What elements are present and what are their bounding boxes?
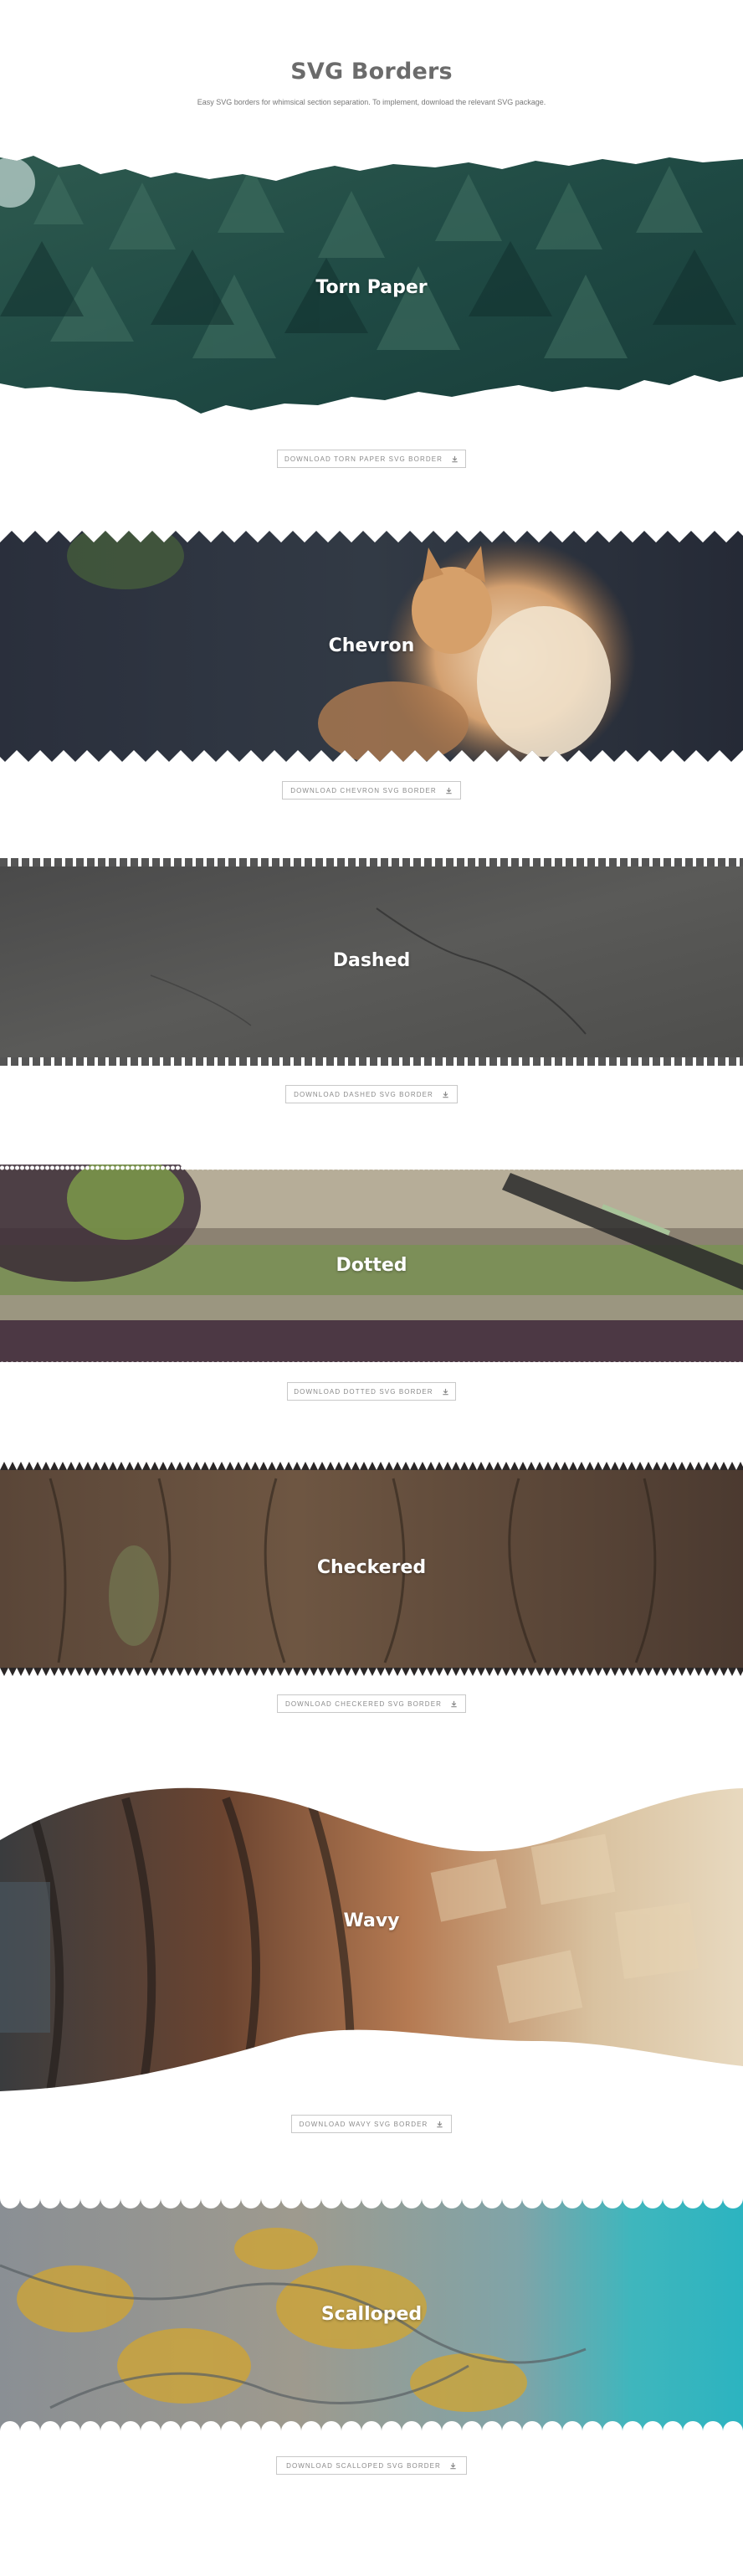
download-checkered-button-label: DOWNLOAD CHECKERED SVG BORDER (284, 1699, 443, 1708)
scalloped-label: Scalloped (320, 2304, 423, 2325)
dashed-banner: Dashed (0, 858, 743, 1066)
torn-paper-label: Torn Paper (315, 277, 428, 298)
dashed-label: Dashed (332, 950, 411, 971)
download-wavy-button-label: DOWNLOAD WAVY SVG BORDER (299, 2120, 428, 2128)
checkered-banner: Checkered (0, 1462, 743, 1676)
chevron-label: Chevron (328, 635, 415, 656)
download-chevron-button-label: DOWNLOAD CHEVRON SVG BORDER (290, 786, 437, 794)
checkered-label: Checkered (316, 1557, 427, 1578)
dotted-label: Dotted (336, 1255, 407, 1276)
download-scalloped-button[interactable]: DOWNLOAD SCALLOPED SVG BORDER (276, 2456, 467, 2475)
download-icon (443, 1388, 448, 1395)
download-dashed-button[interactable]: DOWNLOAD DASHED SVG BORDER (285, 1085, 458, 1103)
chevron-banner: Chevron (0, 531, 743, 762)
download-wavy-button[interactable]: DOWNLOAD WAVY SVG BORDER (291, 2115, 452, 2133)
wavy-label: Wavy (343, 1910, 400, 1931)
download-scalloped-button-label: DOWNLOAD SCALLOPED SVG BORDER (286, 2461, 441, 2470)
download-icon (446, 787, 452, 794)
download-torn-paper-button[interactable]: DOWNLOAD TORN PAPER SVG BORDER (277, 450, 466, 468)
download-torn-paper-button-label: DOWNLOAD TORN PAPER SVG BORDER (284, 455, 443, 463)
download-chevron-button[interactable]: DOWNLOAD CHEVRON SVG BORDER (282, 781, 461, 800)
download-dotted-button-label: DOWNLOAD DOTTED SVG BORDER (294, 1387, 433, 1396)
page-subtitle: Easy SVG borders for whimsical section s… (197, 98, 546, 106)
download-icon (450, 2462, 456, 2469)
download-dashed-button-label: DOWNLOAD DASHED SVG BORDER (294, 1090, 433, 1098)
download-icon (451, 1700, 457, 1707)
download-dotted-button[interactable]: DOWNLOAD DOTTED SVG BORDER (287, 1382, 456, 1401)
dotted-banner: Dotted (0, 1165, 743, 1367)
wavy-banner: Wavy (0, 1765, 743, 2096)
scalloped-banner: Scalloped (0, 2198, 743, 2431)
download-icon (437, 2121, 443, 2127)
page-title: SVG Borders (290, 59, 453, 85)
download-checkered-button[interactable]: DOWNLOAD CHECKERED SVG BORDER (277, 1694, 466, 1713)
download-icon (452, 455, 458, 462)
download-icon (443, 1091, 448, 1098)
torn-paper-banner: Torn Paper (0, 149, 743, 434)
